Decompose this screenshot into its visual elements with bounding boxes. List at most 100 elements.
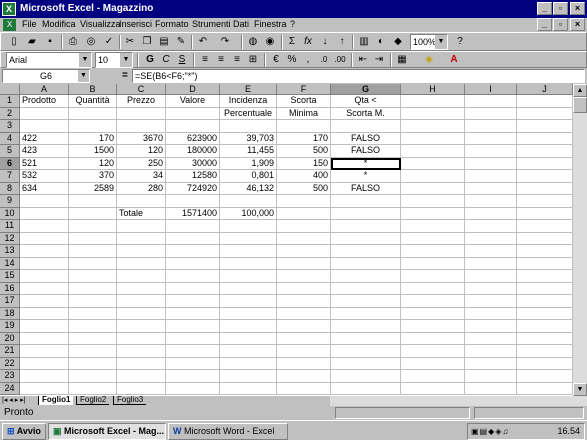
- cell-h17[interactable]: [401, 295, 465, 308]
- cell-j18[interactable]: [517, 307, 573, 320]
- cell-c14[interactable]: [117, 257, 166, 270]
- tab-foglio1[interactable]: Foglio1: [38, 396, 74, 405]
- cell-e22[interactable]: [220, 357, 277, 370]
- cell-h24[interactable]: [401, 382, 465, 395]
- cell-a20[interactable]: [20, 332, 69, 345]
- cell-e16[interactable]: [220, 282, 277, 295]
- excel-app-icon[interactable]: X: [2, 2, 16, 16]
- cell-h11[interactable]: [401, 220, 465, 233]
- row-header-11[interactable]: 11: [0, 220, 20, 233]
- cell-a5[interactable]: 423: [20, 145, 69, 158]
- cell-i4[interactable]: [465, 132, 517, 145]
- cell-j14[interactable]: [517, 257, 573, 270]
- cell-d15[interactable]: [166, 270, 220, 283]
- cell-c23[interactable]: [117, 370, 166, 383]
- cell-a18[interactable]: [20, 307, 69, 320]
- cell-g5[interactable]: FALSO: [331, 145, 401, 158]
- document-icon[interactable]: X: [3, 19, 16, 31]
- cell-j17[interactable]: [517, 295, 573, 308]
- cell-c5[interactable]: 120: [117, 145, 166, 158]
- formula-input[interactable]: =SE(B6<F6;"*"): [132, 69, 585, 83]
- cell-j8[interactable]: [517, 182, 573, 195]
- cell-i8[interactable]: [465, 182, 517, 195]
- tab-foglio2[interactable]: Foglio2: [76, 396, 110, 405]
- column-header-b[interactable]: B: [69, 84, 117, 95]
- font-size-select[interactable]: 10 ▼: [95, 52, 133, 68]
- decrease-indent-icon[interactable]: ⇤: [355, 52, 371, 68]
- bold-button[interactable]: G: [142, 52, 158, 68]
- column-header-a[interactable]: A: [20, 84, 69, 95]
- increase-indent-icon[interactable]: ⇥: [371, 52, 387, 68]
- cell-b10[interactable]: [69, 207, 117, 220]
- row-header-10[interactable]: 10: [0, 207, 20, 220]
- cell-g22[interactable]: [331, 357, 401, 370]
- cell-h2[interactable]: [401, 107, 465, 120]
- cell-e7[interactable]: 0,801: [220, 170, 277, 183]
- cell-b20[interactable]: [69, 332, 117, 345]
- cell-f23[interactable]: [277, 370, 331, 383]
- cell-h20[interactable]: [401, 332, 465, 345]
- cell-c21[interactable]: [117, 345, 166, 358]
- cell-g11[interactable]: [331, 220, 401, 233]
- cell-h13[interactable]: [401, 245, 465, 258]
- cell-d22[interactable]: [166, 357, 220, 370]
- cell-c6[interactable]: 250: [117, 157, 166, 170]
- cell-g15[interactable]: [331, 270, 401, 283]
- cell-c17[interactable]: [117, 295, 166, 308]
- decrease-decimal-icon[interactable]: .00: [332, 52, 348, 68]
- cell-b21[interactable]: [69, 345, 117, 358]
- hyperlink-icon[interactable]: ◍: [245, 34, 261, 50]
- cell-g20[interactable]: [331, 332, 401, 345]
- percent-icon[interactable]: %: [284, 52, 300, 68]
- cell-e13[interactable]: [220, 245, 277, 258]
- cell-d19[interactable]: [166, 320, 220, 333]
- cell-e2[interactable]: Percentuale: [220, 107, 277, 120]
- cell-f4[interactable]: 170: [277, 132, 331, 145]
- cell-a3[interactable]: [20, 120, 69, 133]
- cell-f20[interactable]: [277, 332, 331, 345]
- cell-i2[interactable]: [465, 107, 517, 120]
- cell-b12[interactable]: [69, 232, 117, 245]
- cell-i17[interactable]: [465, 295, 517, 308]
- cell-b18[interactable]: [69, 307, 117, 320]
- cell-e20[interactable]: [220, 332, 277, 345]
- cell-f3[interactable]: [277, 120, 331, 133]
- cell-i21[interactable]: [465, 345, 517, 358]
- new-document-icon[interactable]: ▯: [6, 34, 22, 50]
- cell-h21[interactable]: [401, 345, 465, 358]
- cell-d4[interactable]: 623900: [166, 132, 220, 145]
- cell-j23[interactable]: [517, 370, 573, 383]
- format-painter-icon[interactable]: ✎: [173, 34, 189, 50]
- cell-a7[interactable]: 532: [20, 170, 69, 183]
- cell-h1[interactable]: [401, 95, 465, 108]
- row-header-1[interactable]: 1: [0, 95, 20, 108]
- cell-i23[interactable]: [465, 370, 517, 383]
- row-header-7[interactable]: 7: [0, 170, 20, 183]
- row-header-14[interactable]: 14: [0, 257, 20, 270]
- cell-b6[interactable]: 120: [69, 157, 117, 170]
- cell-a17[interactable]: [20, 295, 69, 308]
- cell-f1[interactable]: Scorta: [277, 95, 331, 108]
- cell-g6[interactable]: *: [331, 157, 401, 170]
- cell-j7[interactable]: [517, 170, 573, 183]
- cell-i16[interactable]: [465, 282, 517, 295]
- scroll-thumb[interactable]: [573, 97, 587, 113]
- cell-j3[interactable]: [517, 120, 573, 133]
- cell-g2[interactable]: Scorta M.: [331, 107, 401, 120]
- cell-a1[interactable]: Prodotto: [20, 95, 69, 108]
- menu-formato[interactable]: Formato: [155, 19, 189, 29]
- save-icon[interactable]: ▪: [42, 34, 58, 50]
- cell-c3[interactable]: [117, 120, 166, 133]
- redo-icon[interactable]: ↷: [217, 34, 233, 50]
- cell-d1[interactable]: Valore: [166, 95, 220, 108]
- cell-j5[interactable]: [517, 145, 573, 158]
- chart-wizard-icon[interactable]: ▥: [356, 34, 372, 50]
- cell-e5[interactable]: 11,455: [220, 145, 277, 158]
- cell-g16[interactable]: [331, 282, 401, 295]
- cell-a23[interactable]: [20, 370, 69, 383]
- start-button[interactable]: ⊞ Avvio: [2, 423, 46, 440]
- borders-icon[interactable]: ▦: [394, 52, 410, 68]
- cell-b16[interactable]: [69, 282, 117, 295]
- vertical-scrollbar[interactable]: ▲ ▼: [573, 84, 587, 396]
- cell-e24[interactable]: [220, 382, 277, 395]
